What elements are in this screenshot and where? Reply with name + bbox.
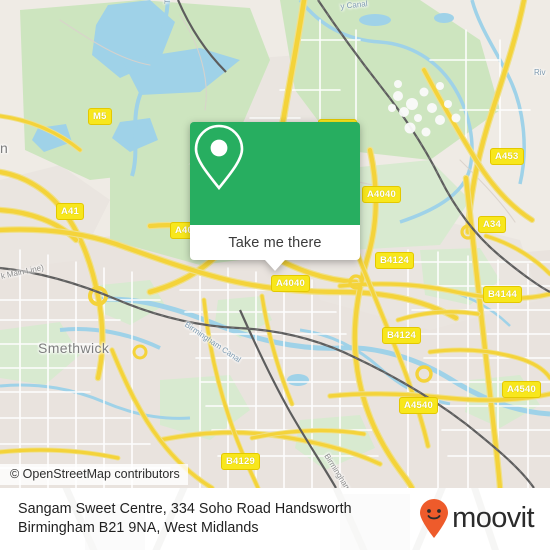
- popup-icon-area: [190, 122, 360, 225]
- road-shield-b4144[interactable]: B4144: [483, 286, 522, 303]
- popup-action-area[interactable]: Take me there: [190, 225, 360, 260]
- map-screenshot: .green { fill:#cde5bf; } .green2 { fill:…: [0, 0, 550, 550]
- take-me-there-label: Take me there: [228, 234, 322, 251]
- address-block: Sangam Sweet Centre, 334 Soho Road Hands…: [18, 500, 418, 538]
- address-line-2: Birmingham B21 9NA, West Midlands: [18, 520, 259, 536]
- road-shield-b4124-s[interactable]: B4124: [382, 327, 421, 344]
- popup-pointer-tail: [265, 260, 285, 271]
- road-shield-a453[interactable]: A453: [490, 148, 524, 165]
- road-shield-b4129[interactable]: B4129: [221, 453, 260, 470]
- map-canvas[interactable]: .green { fill:#cde5bf; } .green2 { fill:…: [0, 0, 550, 488]
- destination-popup-card[interactable]: Take me there: [190, 122, 360, 271]
- moovit-wordmark: moovit: [452, 501, 534, 534]
- road-shield-a4040-c[interactable]: A4040: [271, 275, 310, 292]
- road-shield-a4540-e[interactable]: A4540: [502, 381, 541, 398]
- road-shield-a4040-e[interactable]: A4040: [362, 186, 401, 203]
- road-shield-m5[interactable]: M5: [88, 108, 112, 125]
- map-attribution[interactable]: © OpenStreetMap contributors: [0, 464, 188, 485]
- road-shield-b4124-n[interactable]: B4124: [375, 252, 414, 269]
- address-line-1: Sangam Sweet Centre, 334 Soho Road Hands…: [18, 501, 352, 517]
- moovit-pin-icon: [420, 499, 449, 538]
- footer-bar: Sangam Sweet Centre, 334 Soho Road Hands…: [0, 488, 550, 550]
- map-pin-icon: [194, 124, 244, 191]
- road-shield-a41[interactable]: A41: [56, 203, 85, 220]
- road-shield-a4540-w[interactable]: A4540: [399, 397, 438, 414]
- road-shield-a34[interactable]: A34: [478, 216, 507, 233]
- moovit-brand[interactable]: moovit: [418, 499, 535, 539]
